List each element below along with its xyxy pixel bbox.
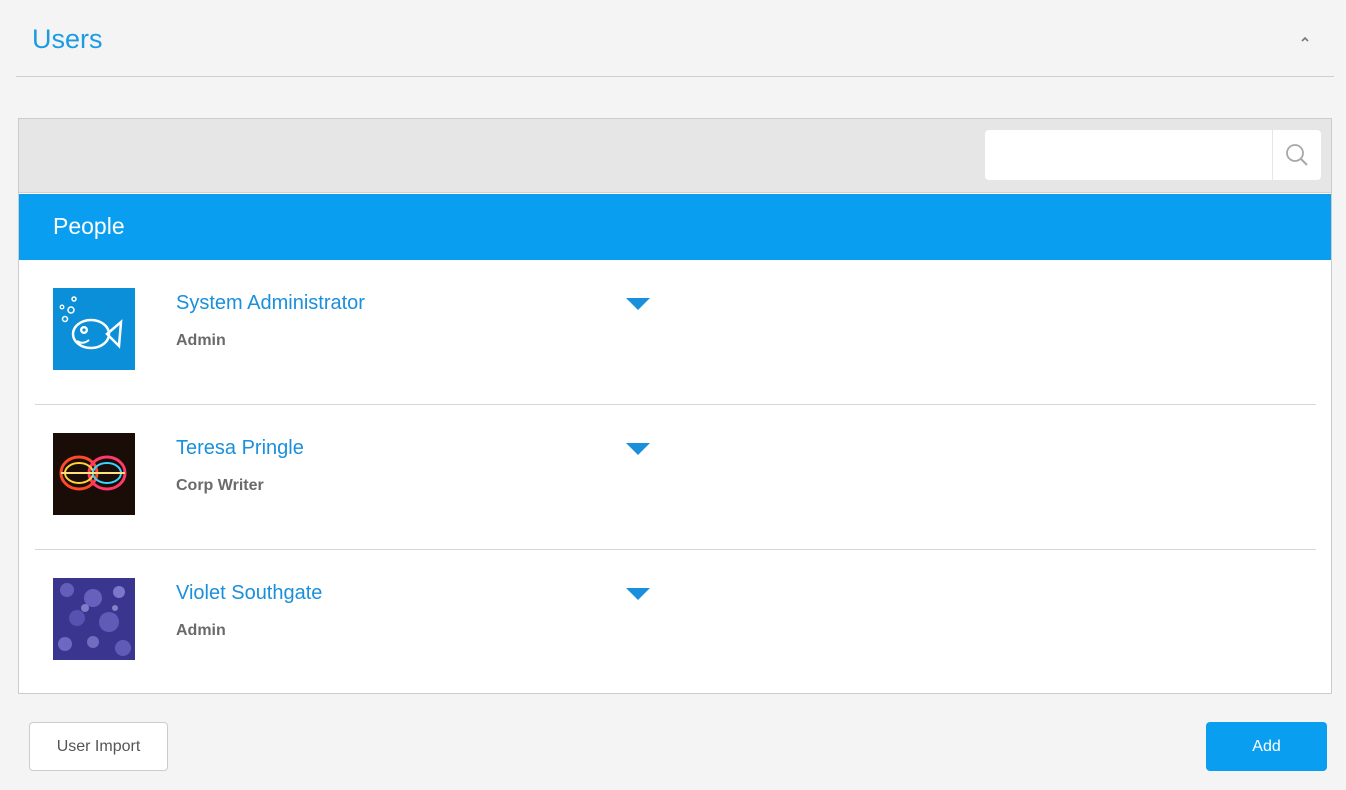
user-role: Admin [176,622,226,639]
search-input[interactable] [985,130,1269,180]
user-row: System Administrator Admin [35,260,1316,405]
user-row: Violet Southgate Admin [35,550,1316,694]
search-icon[interactable] [1272,130,1321,180]
search-toolbar [19,119,1331,193]
people-section-header: People [19,194,1331,260]
section-title: People [53,213,125,239]
user-import-button[interactable]: User Import [29,722,168,771]
user-role: Corp Writer [176,477,264,494]
search-box [985,130,1321,180]
fish-avatar [53,288,135,370]
user-name-link[interactable]: Violet Southgate [176,582,322,605]
user-role: Admin [176,332,226,349]
user-name-link[interactable]: System Administrator [176,292,365,315]
user-row: Teresa Pringle Corp Writer [35,405,1316,550]
bokeh-avatar [53,578,135,660]
add-user-button[interactable]: Add [1206,722,1327,771]
caret-down-icon[interactable] [625,296,651,312]
chevron-up-icon[interactable] [1298,32,1312,46]
user-name-link[interactable]: Teresa Pringle [176,437,304,460]
panel-header: Users [16,0,1334,77]
caret-down-icon[interactable] [625,441,651,457]
panel-title: Users [32,24,103,54]
caret-down-icon[interactable] [625,586,651,602]
light-trails-avatar [53,433,135,515]
users-card: People System Administrator Admin Teresa… [18,118,1332,694]
